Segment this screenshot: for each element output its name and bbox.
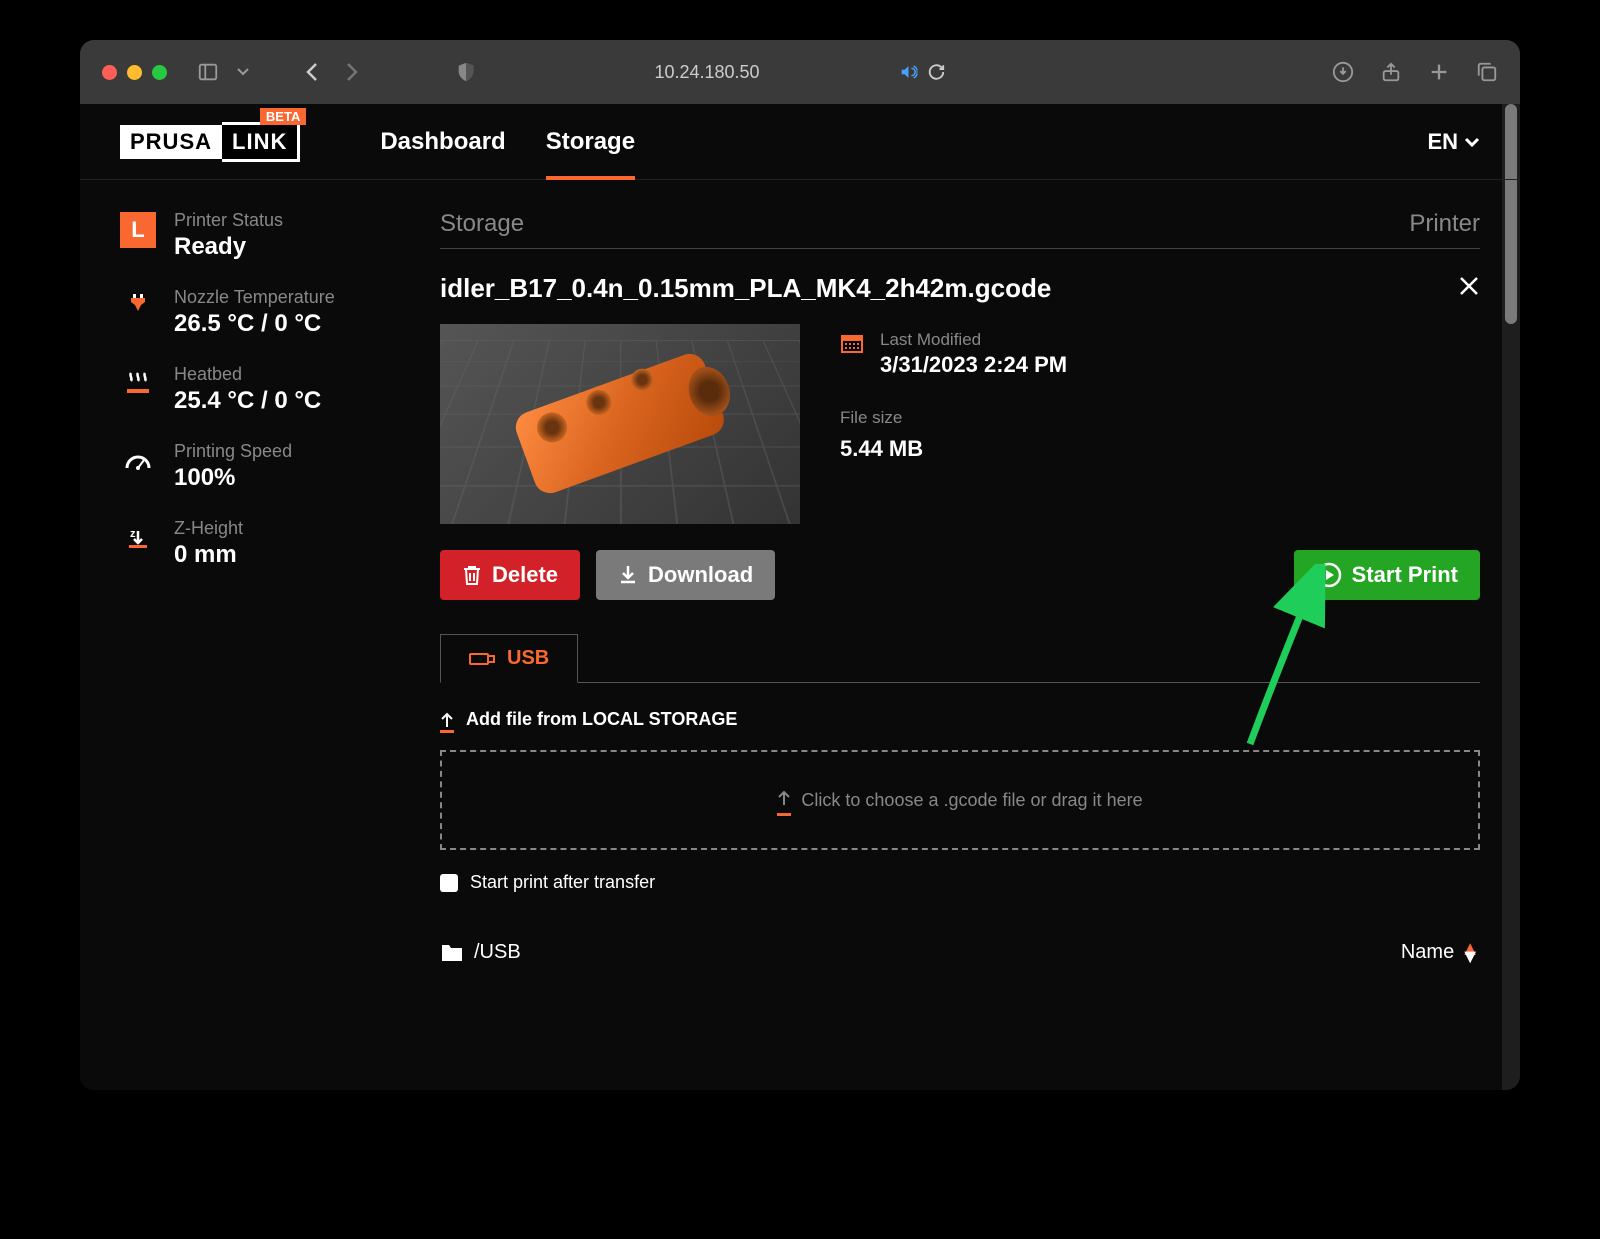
fullscreen-window-button[interactable] — [152, 65, 167, 80]
status-value: Ready — [174, 233, 283, 261]
download-button[interactable]: Download — [596, 550, 775, 600]
heatbed-temp: Heatbed 25.4 °C / 0 °C — [120, 364, 410, 415]
heatbed-icon — [120, 366, 156, 402]
scrollbar[interactable] — [1502, 104, 1520, 1090]
delete-button[interactable]: Delete — [440, 550, 580, 600]
status-label: Printer Status — [174, 210, 283, 231]
z-height-icon: z — [120, 520, 156, 556]
z-label: Z-Height — [174, 518, 243, 539]
minimize-window-button[interactable] — [127, 65, 142, 80]
downloads-icon[interactable] — [1332, 61, 1354, 83]
folder-icon — [440, 943, 464, 963]
sidebar-toggle-icon[interactable] — [195, 59, 221, 85]
modified-value: 3/31/2023 2:24 PM — [880, 352, 1067, 378]
tab-storage[interactable]: Storage — [546, 106, 635, 178]
filesize-label: File size — [840, 408, 1067, 428]
upload-icon — [777, 789, 791, 812]
filesize-value: 5.44 MB — [840, 436, 1067, 462]
speed-icon — [120, 443, 156, 479]
path-text[interactable]: /USB — [474, 941, 521, 964]
forward-button[interactable] — [339, 59, 365, 85]
usb-icon — [469, 651, 495, 667]
logo-part2: LINK — [222, 122, 300, 162]
printing-speed: Printing Speed 100% — [120, 441, 410, 492]
sort-control[interactable]: Name ▲▼ — [1401, 941, 1480, 964]
app-header: PRUSA LINK BETA Dashboard Storage EN — [80, 104, 1520, 180]
back-button[interactable] — [299, 59, 325, 85]
new-tab-icon[interactable] — [1428, 61, 1450, 83]
close-window-button[interactable] — [102, 65, 117, 80]
title-bar: 10.24.180.50 — [80, 40, 1520, 104]
calendar-icon — [841, 335, 863, 353]
printer-status: L Printer Status Ready — [120, 210, 410, 261]
z-value: 0 mm — [174, 541, 243, 569]
speed-value: 100% — [174, 464, 292, 492]
status-icon: L — [120, 212, 156, 248]
shield-icon[interactable] — [453, 59, 479, 85]
heading-printer: Printer — [1409, 210, 1480, 238]
download-icon — [618, 564, 638, 586]
upload-icon — [440, 711, 454, 729]
checkbox-label: Start print after transfer — [470, 872, 655, 893]
dropdown-chevron-icon[interactable] — [235, 59, 251, 85]
modified-label: Last Modified — [880, 330, 1067, 350]
tab-dashboard[interactable]: Dashboard — [380, 106, 505, 178]
start-after-transfer-checkbox[interactable] — [440, 874, 458, 892]
traffic-lights — [102, 65, 167, 80]
address-bar[interactable]: 10.24.180.50 — [654, 62, 945, 83]
chevron-down-icon — [1464, 137, 1480, 147]
nozzle-label: Nozzle Temperature — [174, 287, 335, 308]
language-selector[interactable]: EN — [1427, 129, 1480, 155]
file-preview — [440, 324, 800, 524]
browser-window: 10.24.180.50 PRUSA LINK BETA Dashboard S… — [80, 40, 1520, 1090]
trash-icon — [462, 564, 482, 586]
speed-label: Printing Speed — [174, 441, 292, 462]
dropzone[interactable]: Click to choose a .gcode file or drag it… — [440, 750, 1480, 850]
logo[interactable]: PRUSA LINK BETA — [120, 122, 300, 162]
file-name: idler_B17_0.4n_0.15mm_PLA_MK4_2h42m.gcod… — [440, 273, 1051, 304]
heatbed-value: 25.4 °C / 0 °C — [174, 387, 321, 415]
page-content: PRUSA LINK BETA Dashboard Storage EN L P… — [80, 104, 1520, 1090]
svg-text:z: z — [130, 528, 136, 540]
heading-storage: Storage — [440, 210, 524, 238]
audio-icon[interactable] — [900, 63, 918, 81]
sidebar: L Printer Status Ready Nozzle Temperatur… — [120, 210, 410, 1090]
play-icon — [1316, 562, 1342, 588]
add-file-link[interactable]: Add file from LOCAL STORAGE — [440, 709, 1480, 730]
reload-icon[interactable] — [928, 63, 946, 81]
close-icon[interactable] — [1458, 273, 1480, 304]
nozzle-icon — [120, 289, 156, 325]
main-panel: Storage Printer idler_B17_0.4n_0.15mm_PL… — [440, 210, 1480, 1090]
heatbed-label: Heatbed — [174, 364, 321, 385]
logo-part1: PRUSA — [120, 125, 222, 159]
share-icon[interactable] — [1380, 61, 1402, 83]
nozzle-temp: Nozzle Temperature 26.5 °C / 0 °C — [120, 287, 410, 338]
tabs-overview-icon[interactable] — [1476, 61, 1498, 83]
z-height: z Z-Height 0 mm — [120, 518, 410, 569]
sort-arrows-icon: ▲▼ — [1460, 945, 1480, 961]
start-print-button[interactable]: Start Print — [1294, 550, 1480, 600]
beta-badge: BETA — [260, 108, 306, 125]
tab-usb[interactable]: USB — [440, 634, 578, 683]
nozzle-value: 26.5 °C / 0 °C — [174, 310, 335, 338]
address-text: 10.24.180.50 — [654, 62, 759, 83]
